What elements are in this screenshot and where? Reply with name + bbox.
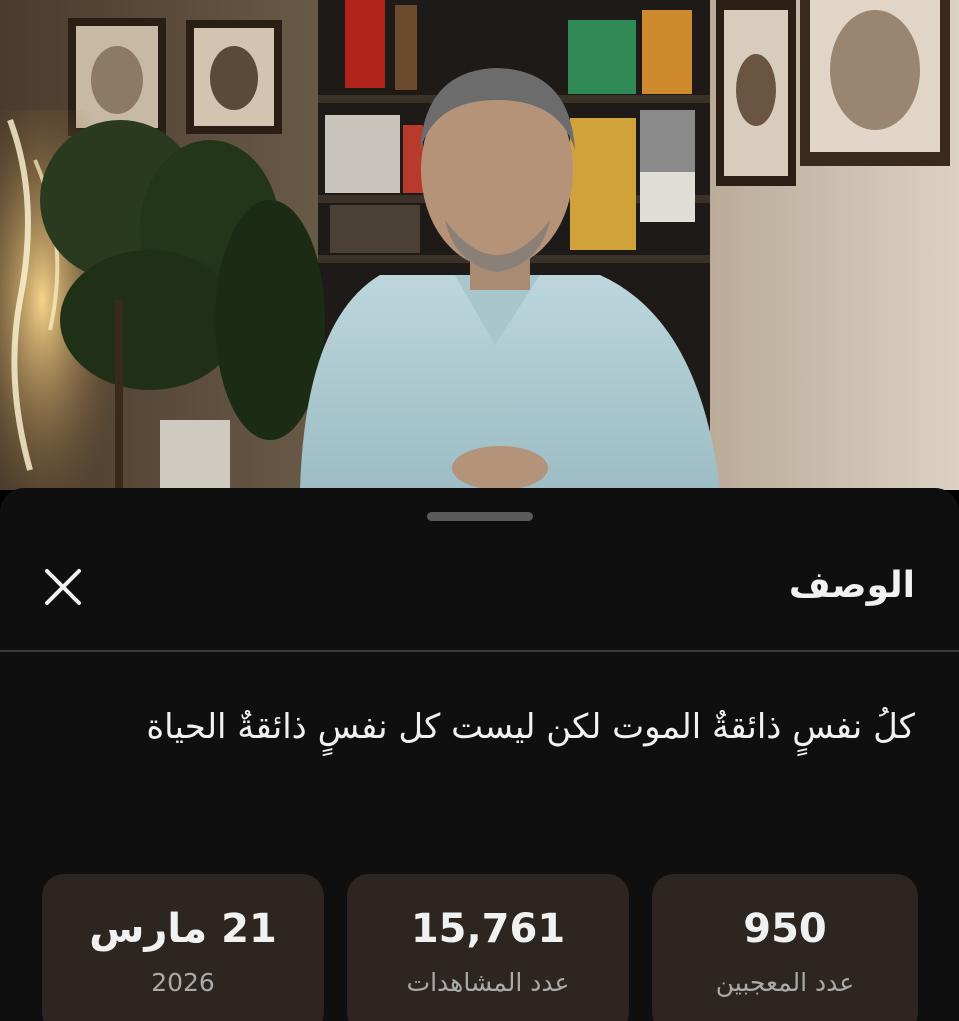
description-text: كلُ نفسٍ ذائقةٌ الموت لكن ليست كل نفسٍ ذ… bbox=[146, 707, 915, 747]
views-label: عدد المشاهدات bbox=[406, 968, 570, 997]
stats-row: 950 عدد المعجبين 15,761 عدد المشاهدات 21… bbox=[42, 874, 918, 1021]
close-button[interactable] bbox=[38, 562, 88, 612]
date-day-month: 21 مارس bbox=[89, 906, 277, 952]
date-year: 2026 bbox=[151, 968, 215, 997]
likes-label: عدد المعجبين bbox=[715, 968, 855, 997]
video-player[interactable] bbox=[0, 0, 959, 490]
likes-count: 950 bbox=[743, 906, 827, 952]
drag-handle[interactable] bbox=[427, 512, 533, 521]
likes-stat-card: 950 عدد المعجبين bbox=[652, 874, 918, 1021]
sheet-header: الوصف bbox=[0, 544, 959, 650]
views-stat-card: 15,761 عدد المشاهدات bbox=[347, 874, 629, 1021]
sheet-title: الوصف bbox=[788, 565, 915, 606]
close-icon bbox=[45, 569, 81, 605]
video-frame-image bbox=[0, 0, 959, 490]
views-count: 15,761 bbox=[410, 906, 566, 952]
divider bbox=[0, 650, 959, 652]
screen: الوصف كلُ نفسٍ ذائقةٌ الموت لكن ليست كل … bbox=[0, 0, 959, 1021]
description-sheet: الوصف كلُ نفسٍ ذائقةٌ الموت لكن ليست كل … bbox=[0, 488, 959, 1021]
date-stat-card: 21 مارس 2026 bbox=[42, 874, 324, 1021]
